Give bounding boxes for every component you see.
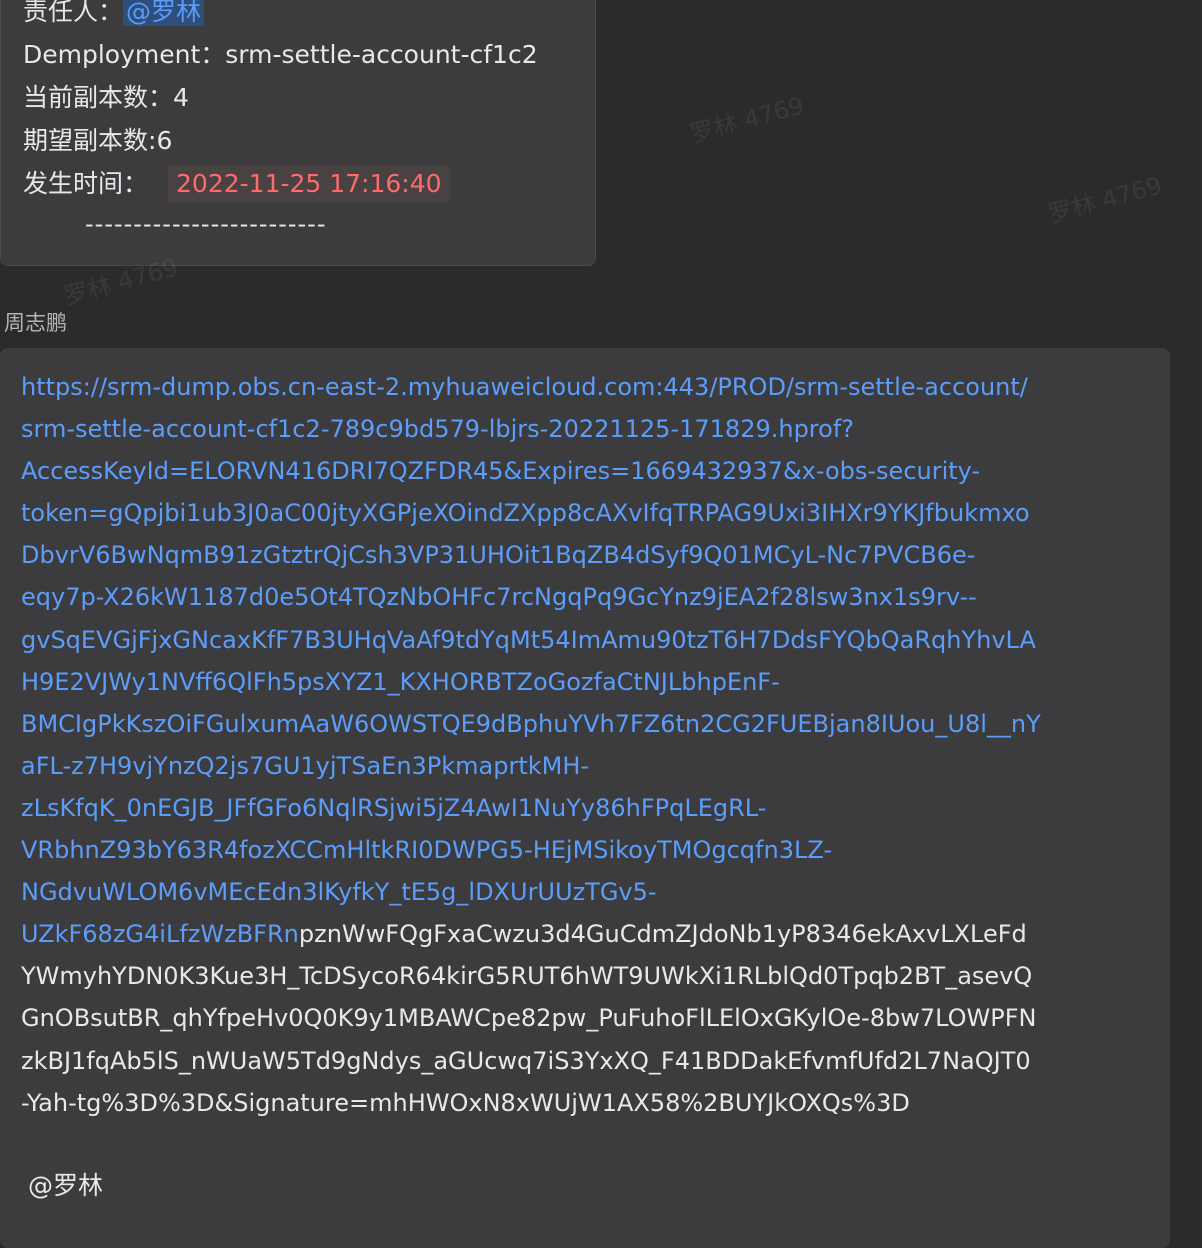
hprof-link-line[interactable]: zLsKfqK_0nEGJB_JFfGFo6NqlRSjwi5jZ4AwI1Nu…: [21, 787, 1161, 829]
hprof-link-line[interactable]: AccessKeyId=ELORVN416DRI7QZFDR45&Expires…: [21, 450, 1161, 492]
hprof-link-line[interactable]: gvSqEVGjFjxGNcaxKfF7B3UHqVaAf9tdYqMt54Im…: [21, 619, 1161, 661]
plain-text-line: zkBJ1fqAb5lS_nWUaW5Td9gNdys_aGUcwq7iS3Yx…: [21, 1046, 1031, 1075]
deployment-value: srm-settle-account-cf1c2: [225, 40, 538, 69]
deployment-label: Demployment：: [23, 40, 226, 69]
plain-text-line: YWmyhYDN0K3Kue3H_TcDSycoR64kirG5RUT6hWT9…: [21, 962, 1033, 991]
plain-text-part: pznWwFQgFxaCwzu3d4GuCdmZJdoNb1yP8346ekAx…: [298, 920, 1027, 949]
plain-text-line: GnOBsutBR_qhYfpeHv0Q0K9y1MBAWCpe82pw_PuF…: [21, 1004, 1037, 1033]
time-row: 发生时间： 2022-11-25 17:16:40: [23, 166, 450, 202]
time-label: 发生时间：: [23, 169, 149, 198]
hprof-link-line[interactable]: https://srm-dump.obs.cn-east-2.myhuaweic…: [21, 366, 1161, 408]
hprof-link-line[interactable]: eqy7p-X26kW1187d0e5Ot4TQzNbOHFc7rcNgqPq9…: [21, 576, 1161, 618]
current-replicas-row: 当前副本数：4: [23, 82, 189, 114]
deployment-row: Demployment：srm-settle-account-cf1c2: [23, 39, 538, 71]
current-replicas-value: 4: [173, 83, 189, 112]
owner-label: 责任人：: [23, 0, 124, 26]
hprof-link-line[interactable]: H9E2VJWy1NVff6QlFh5psXYZ1_KXHORBTZoGozfa…: [21, 661, 1161, 703]
reply-mention[interactable]: @罗林: [28, 1166, 103, 1202]
hprof-link-end[interactable]: UZkF68zG4iLfzWzBFRn: [21, 920, 299, 948]
sender-name[interactable]: 周志鹏: [4, 307, 67, 337]
hprof-link-line[interactable]: BMCIgPkKszOiFGulxumAaW6OWSTQE9dBphuYVh7F…: [21, 703, 1161, 745]
reply-message-text: https://srm-dump.obs.cn-east-2.myhuaweic…: [21, 366, 1161, 1124]
hprof-link-line[interactable]: DbvrV6BwNqmB91zGtztrQjCsh3VP31UHOit1BqZB…: [21, 534, 1161, 576]
owner-mention[interactable]: @罗林: [123, 0, 205, 26]
time-value: 2022-11-25 17:16:40: [168, 166, 450, 202]
owner-row: 责任人： @罗林: [23, 0, 205, 28]
hprof-link-line[interactable]: token=gQpjbi1ub3J0aC00jtyXGPjeXOindZXpp8…: [21, 492, 1161, 534]
hprof-link-line[interactable]: srm-settle-account-cf1c2-789c9bd579-lbjr…: [21, 408, 1161, 450]
hprof-link-line[interactable]: NGdvuWLOM6vMEcEdn3lKyfkY_tE5g_lDXUrUUzTG…: [21, 871, 1161, 913]
desired-replicas-value: 6: [156, 126, 173, 155]
hprof-link-line[interactable]: aFL-z7H9vjYnzQ2js7GU1yjTSaEn3PkmaprtkMH-: [21, 745, 1161, 787]
watermark-text: 罗林 4769: [687, 91, 808, 149]
mixed-line: UZkF68zG4iLfzWzBFRnpznWwFQgFxaCwzu3d4GuC…: [21, 913, 1161, 955]
hprof-link-line[interactable]: VRbhnZ93bY63R4fozXCCmHltkRI0DWPG5-HEjMSi…: [21, 829, 1161, 871]
watermark-text: 罗林 4769: [1045, 171, 1166, 229]
desired-replicas-label: 期望副本数:: [23, 126, 157, 155]
plain-text-line: -Yah-tg%3D%3D&Signature=mhHWOxN8xWUjW1AX…: [21, 1088, 910, 1117]
current-replicas-label: 当前副本数：: [23, 83, 174, 112]
alert-message-bubble: 责任人： @罗林 Demployment：srm-settle-account-c…: [0, 0, 596, 266]
divider-text: -------------------------: [85, 210, 327, 238]
desired-replicas-row: 期望副本数:6: [23, 125, 172, 157]
